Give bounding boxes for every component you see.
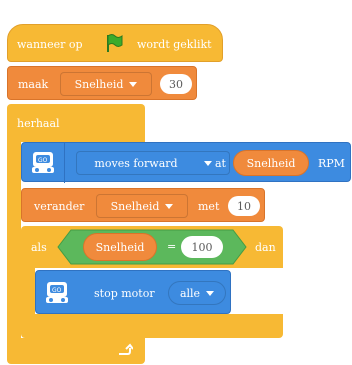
robot-icon: GO	[46, 282, 68, 303]
when-flag-clicked-block[interactable]: wanneer op wordt geklikt	[7, 24, 223, 62]
if-bottom	[21, 314, 283, 338]
green-flag-icon	[107, 34, 123, 52]
stop-motor-label: stop motor	[94, 287, 155, 300]
chevron-down-icon	[129, 81, 138, 87]
stop-motor-block[interactable]: GO stop motor alle	[35, 270, 231, 314]
change-label: verander	[34, 200, 85, 213]
chevron-down-icon	[206, 290, 215, 296]
motor-dropdown[interactable]: alle	[168, 281, 226, 305]
if-block[interactable]: als Snelheid = 100 dan	[21, 226, 283, 268]
variable-name: Snelheid	[110, 199, 160, 213]
change-value-input[interactable]: 10	[228, 196, 260, 216]
variable-dropdown[interactable]: Snelheid	[96, 194, 188, 218]
when-label: wanneer op	[17, 38, 83, 51]
loop-arrow-icon	[119, 343, 133, 355]
value-input[interactable]: 30	[160, 74, 192, 94]
change-variable-block[interactable]: verander Snelheid met 10	[21, 188, 265, 222]
direction-value: moves forward	[94, 156, 178, 170]
block-divider	[64, 143, 65, 183]
at-label: at	[215, 157, 226, 170]
motor-option: alle	[179, 286, 201, 300]
variable-name: Snelheid	[74, 77, 124, 91]
compare-value-input[interactable]: 100	[181, 236, 223, 258]
clicked-label: wordt geklikt	[137, 38, 212, 51]
rpm-label: RPM	[318, 157, 345, 170]
equals-sign: =	[167, 240, 177, 253]
if-label: als	[31, 241, 47, 254]
by-label: met	[198, 200, 220, 213]
forever-bottom	[7, 338, 145, 364]
forever-arm	[7, 140, 21, 340]
forever-label: herhaal	[17, 117, 60, 130]
move-forward-block[interactable]: GO moves forward at Snelheid RPM	[21, 142, 351, 183]
svg-text:GO: GO	[52, 287, 62, 294]
svg-text:GO: GO	[38, 157, 48, 164]
chevron-down-icon	[203, 160, 212, 166]
robot-icon: GO	[32, 152, 54, 173]
set-label: maak	[18, 78, 49, 91]
forever-block[interactable]: herhaal	[7, 104, 145, 142]
variable-dropdown[interactable]: Snelheid	[60, 72, 152, 96]
direction-dropdown[interactable]: moves forward	[76, 151, 230, 175]
chevron-down-icon	[165, 203, 174, 209]
speed-reporter[interactable]: Snelheid	[233, 150, 309, 176]
then-label: dan	[255, 241, 276, 254]
speed-reporter[interactable]: Snelheid	[83, 233, 157, 261]
if-arm	[21, 266, 35, 318]
set-variable-block[interactable]: maak Snelheid 30	[7, 66, 197, 100]
